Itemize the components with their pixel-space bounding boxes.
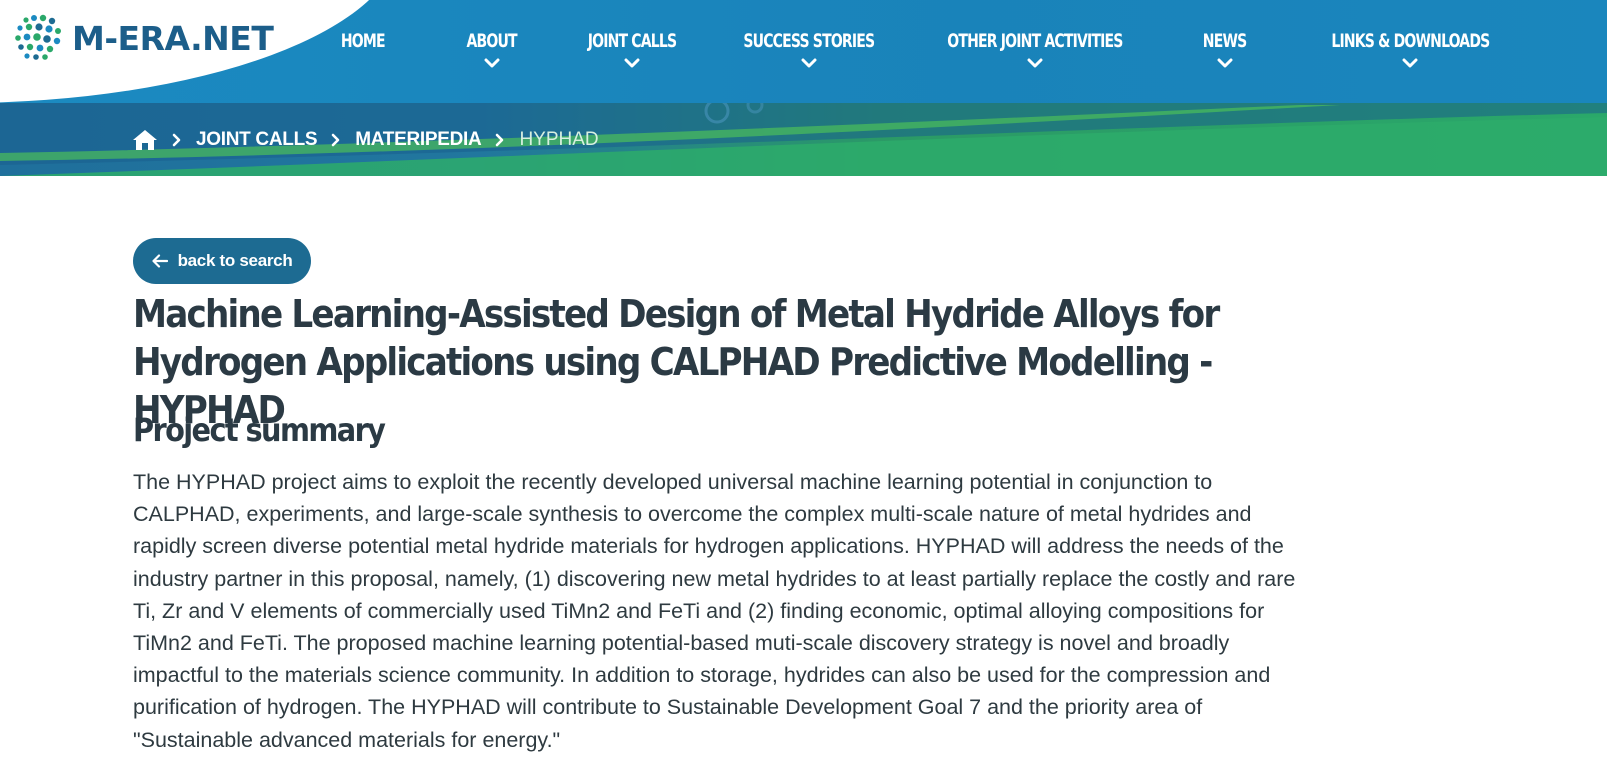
main-nav: HOME ABOUT JOINT CALLS SUCCESS STORIES O… bbox=[318, 0, 1516, 103]
nav-label: OTHER JOINT ACTIVITIES bbox=[947, 30, 1123, 52]
chevron-down-icon bbox=[1027, 58, 1043, 68]
chevron-down-icon bbox=[1217, 58, 1233, 68]
breadcrumb: JOINT CALLS MATERIPEDIA HYPHAD bbox=[132, 125, 599, 155]
arrow-left-icon bbox=[151, 254, 168, 268]
nav-label: SUCCESS STORIES bbox=[743, 30, 876, 52]
nav-item-joint-calls[interactable]: JOINT CALLS bbox=[572, 0, 692, 103]
chevron-right-icon bbox=[331, 133, 340, 147]
nav-item-home[interactable]: HOME bbox=[318, 0, 408, 103]
nav-label: JOINT CALLS bbox=[587, 30, 677, 52]
chevron-right-icon bbox=[172, 133, 181, 147]
nav-label: ABOUT bbox=[466, 30, 518, 52]
nav-item-success-stories[interactable]: SUCCESS STORIES bbox=[724, 0, 894, 103]
back-to-search-button[interactable]: back to search bbox=[133, 238, 311, 284]
breadcrumb-materipedia[interactable]: MATERIPEDIA bbox=[355, 129, 481, 151]
nav-label: LINKS & DOWNLOADS bbox=[1330, 30, 1490, 52]
site-logo[interactable]: M-ERA.NET bbox=[12, 12, 274, 64]
project-summary-text: The HYPHAD project aims to exploit the r… bbox=[133, 470, 1296, 752]
site-header: M-ERA.NET HOME ABOUT JOINT CALLS SUCCESS… bbox=[0, 0, 1607, 103]
nav-label: HOME bbox=[341, 30, 386, 52]
back-to-search-label: back to search bbox=[177, 251, 293, 270]
nav-item-other-joint-activities[interactable]: OTHER JOINT ACTIVITIES bbox=[924, 0, 1146, 103]
breadcrumb-joint-calls[interactable]: JOINT CALLS bbox=[196, 129, 318, 151]
chevron-down-icon bbox=[1402, 58, 1418, 68]
chevron-right-icon bbox=[496, 133, 504, 147]
nav-item-about[interactable]: ABOUT bbox=[446, 0, 538, 103]
logo-text: M-ERA.NET bbox=[72, 18, 274, 58]
home-icon[interactable] bbox=[132, 129, 158, 151]
chevron-down-icon bbox=[624, 58, 640, 68]
nav-item-news[interactable]: NEWS bbox=[1180, 0, 1270, 103]
logo-globe-icon bbox=[15, 14, 61, 60]
section-heading-project-summary: Project summary bbox=[133, 411, 386, 449]
chevron-down-icon bbox=[801, 58, 817, 68]
breadcrumb-current: HYPHAD bbox=[519, 129, 599, 150]
nav-label: NEWS bbox=[1203, 30, 1247, 52]
nav-item-links-downloads[interactable]: LINKS & DOWNLOADS bbox=[1304, 0, 1516, 103]
chevron-down-icon bbox=[484, 58, 500, 68]
